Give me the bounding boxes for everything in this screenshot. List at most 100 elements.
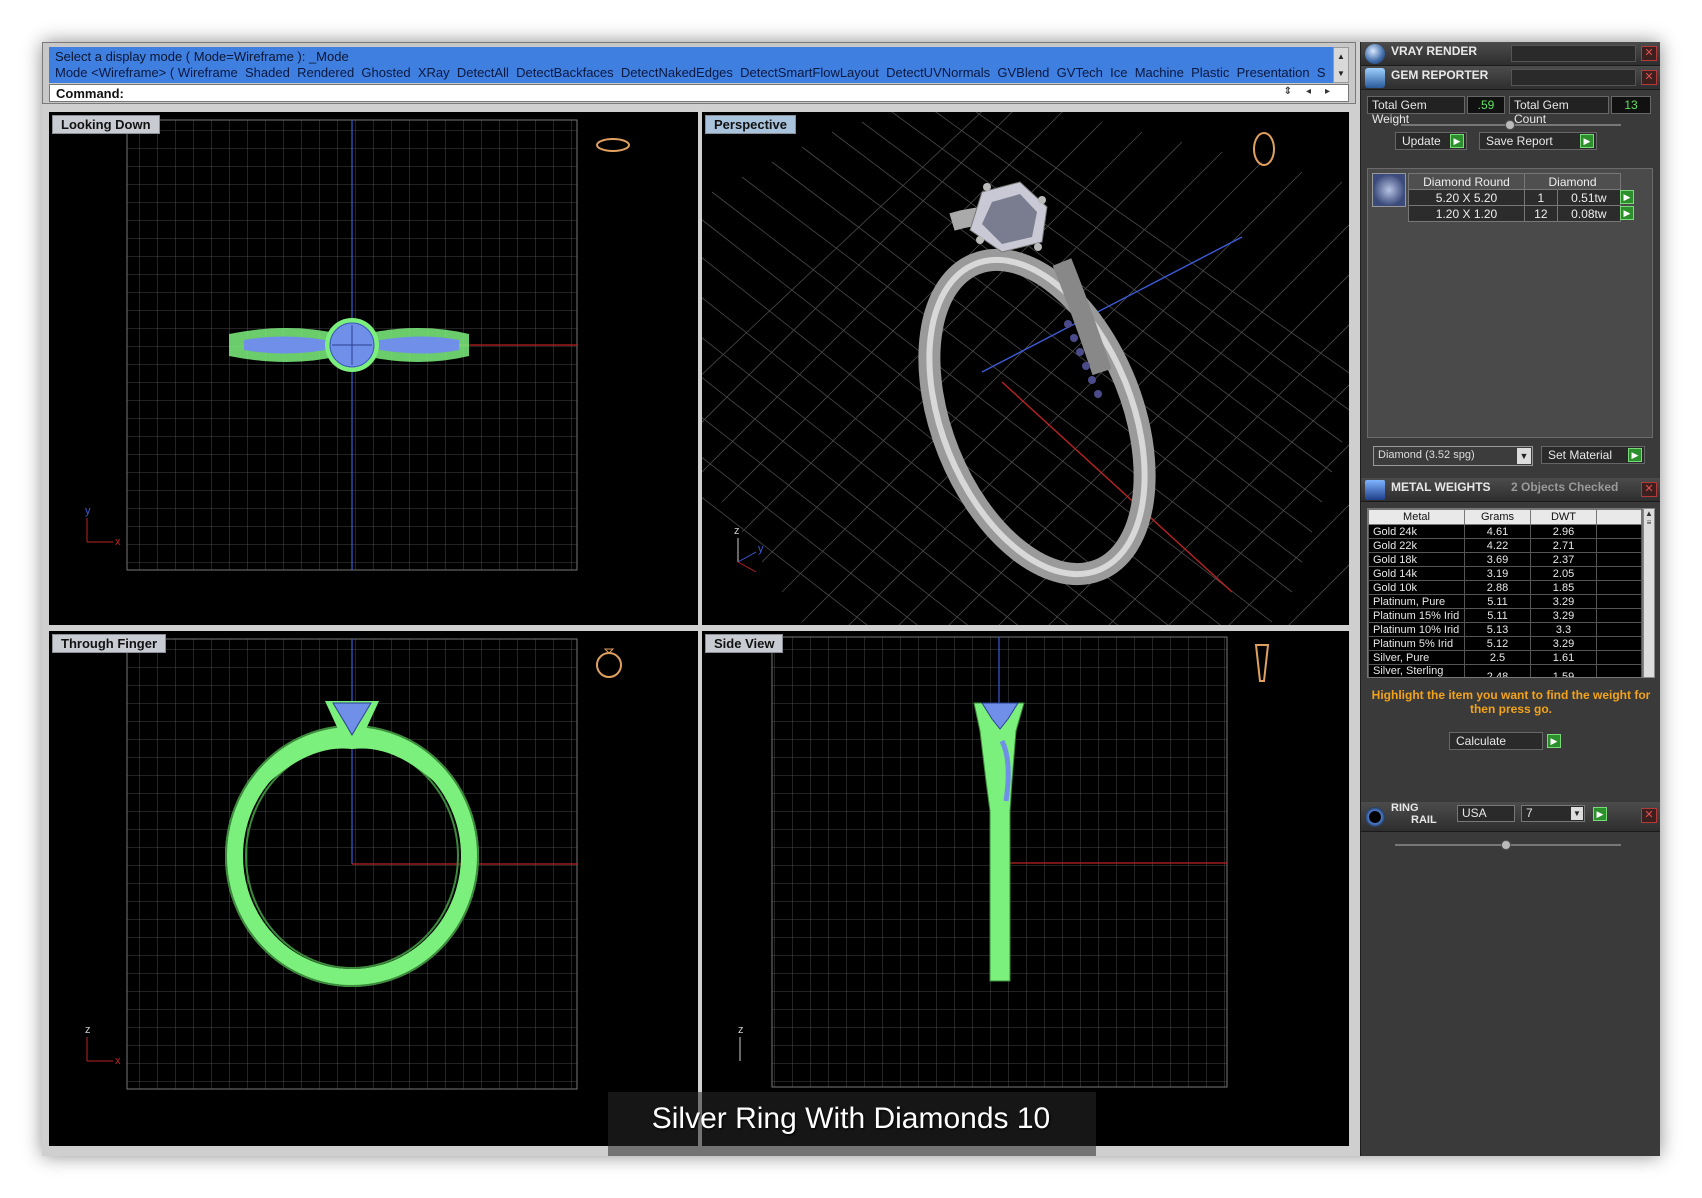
gem-totals-row: Total Gem Weight .59 Total Gem Count 13 <box>1367 96 1654 126</box>
gem-row-go-icon[interactable]: ▶ <box>1620 206 1634 220</box>
vray-render-header[interactable]: VRAY RENDER ✕ <box>1361 42 1660 66</box>
mode-option-rendered[interactable]: Rendered <box>297 65 354 80</box>
metal-grams: 2.48 <box>1464 664 1531 677</box>
viewport-through-finger[interactable]: Through Finger z x <box>49 631 698 1146</box>
viewport-title[interactable]: Side View <box>705 634 784 653</box>
dwt-column-header[interactable]: DWT <box>1530 509 1597 525</box>
mode-option-plastic[interactable]: Plastic <box>1191 65 1229 80</box>
ring-icon <box>1365 807 1385 827</box>
metal-weights-list[interactable]: Metal Grams DWT Gold 24k 4.61 2.96 Gold 22k… <box>1367 508 1643 678</box>
command-history[interactable]: Select a display mode ( Mode=Wireframe )… <box>49 47 1333 83</box>
viewport-looking-down[interactable]: Looking Down y x <box>49 112 698 625</box>
gem-reporter-icon <box>1365 68 1385 88</box>
mode-option-gvblend[interactable]: GVBlend <box>997 65 1049 80</box>
viewport-title[interactable]: Through Finger <box>52 634 167 653</box>
total-gem-count-value: 13 <box>1611 96 1651 114</box>
axis-y-label: y <box>85 505 91 517</box>
save-report-label: Save Report <box>1486 134 1553 148</box>
metal-dwt: 2.05 <box>1530 566 1597 581</box>
mode-option-detectnakededges[interactable]: DetectNakedEdges <box>621 65 733 80</box>
gem-table-header: Diamond Round Diamond <box>1408 173 1621 190</box>
mode-option-gvtech[interactable]: GVTech <box>1057 65 1103 80</box>
metal-dwt: 3.29 <box>1530 608 1597 623</box>
mode-option-detectbackfaces[interactable]: DetectBackfaces <box>516 65 614 80</box>
metal-row[interactable]: Gold 24k 4.61 2.96 <box>1368 524 1642 539</box>
mode-option-machine[interactable]: Machine <box>1135 65 1184 80</box>
metal-grams: 5.11 <box>1464 594 1531 609</box>
metal-name: Silver, Sterling (9... <box>1368 664 1465 677</box>
command-nav-arrows[interactable]: ⇕◂▸ <box>1284 86 1344 97</box>
axis-z-label: z <box>85 1024 91 1036</box>
metal-weights-title: METAL WEIGHTS <box>1391 480 1491 494</box>
mode-option-detectsmartflowlayout[interactable]: DetectSmartFlowLayout <box>740 65 879 80</box>
gem-row[interactable]: 5.20 X 5.20 1 0.51tw <box>1408 189 1622 206</box>
mode-option-detectuvnormals[interactable]: DetectUVNormals <box>886 65 990 80</box>
calculate-go-icon[interactable]: ▶ <box>1547 734 1561 748</box>
mode-option-wireframe[interactable]: Wireframe <box>178 65 238 80</box>
close-icon[interactable]: ✕ <box>1641 70 1657 85</box>
close-icon[interactable]: ✕ <box>1641 808 1657 823</box>
metal-row[interactable]: Platinum, Pure 5.11 3.29 <box>1368 594 1642 609</box>
update-button[interactable]: Update ▶ <box>1395 132 1467 150</box>
metal-weights-table: Metal Grams DWT Gold 24k 4.61 2.96 Gold 22k… <box>1368 509 1642 677</box>
mode-option-xray[interactable]: XRay <box>418 65 450 80</box>
metal-row[interactable]: Gold 10k 2.88 1.85 <box>1368 580 1642 595</box>
viewport-side-view[interactable]: Side View z <box>702 631 1349 1146</box>
gem-slider-handle[interactable] <box>1505 120 1515 130</box>
metal-name: Platinum 15% Irid <box>1368 608 1465 623</box>
ring-size-select[interactable]: 7 ▼ <box>1521 805 1585 822</box>
set-material-label: Set Material <box>1548 448 1613 462</box>
gem-reporter-body: Total Gem Weight .59 Total Gem Count 13 … <box>1361 90 1660 478</box>
ring-rail-title: RING RAIL <box>1391 802 1437 826</box>
total-gem-weight-label: Total Gem Weight <box>1367 96 1465 126</box>
metal-row[interactable]: Gold 22k 4.22 2.71 <box>1368 538 1642 553</box>
set-material-button[interactable]: Set Material ▶ <box>1541 446 1645 464</box>
metal-row[interactable]: Platinum 5% Irid 5.12 3.29 <box>1368 636 1642 651</box>
calculate-button[interactable]: Calculate <box>1449 732 1543 750</box>
gem-row[interactable]: 1.20 X 1.20 12 0.08tw <box>1408 205 1622 222</box>
mode-option-ice[interactable]: Ice <box>1110 65 1127 80</box>
metal-empty-cell <box>1596 622 1642 637</box>
mode-option-shaded[interactable]: Shaded <box>245 65 290 80</box>
save-report-button[interactable]: Save Report ▶ <box>1479 132 1597 150</box>
metal-row[interactable]: Silver, Sterling (9...2.481.59 <box>1368 664 1642 677</box>
metal-dwt: 1.61 <box>1530 650 1597 665</box>
material-select[interactable]: Diamond (3.52 spg) ▼ <box>1373 446 1533 466</box>
close-icon[interactable]: ✕ <box>1641 482 1657 497</box>
metal-dwt: 3.29 <box>1530 636 1597 651</box>
metal-row[interactable]: Silver, Pure 2.5 1.61 <box>1368 650 1642 665</box>
viewport-title[interactable]: Perspective <box>705 115 796 134</box>
metal-row[interactable]: Platinum 15% Irid 5.11 3.29 <box>1368 608 1642 623</box>
ring-rail-go-icon[interactable]: ▶ <box>1593 807 1607 821</box>
metal-weights-header[interactable]: METAL WEIGHTS 2 Objects Checked ✕ <box>1361 478 1660 502</box>
gem-reporter-header[interactable]: GEM REPORTER ✕ <box>1361 66 1660 90</box>
viewport-perspective[interactable]: Perspective z y <box>702 112 1349 625</box>
mode-option-s[interactable]: S <box>1317 65 1326 80</box>
total-gem-weight-value: .59 <box>1467 96 1505 114</box>
command-prompt[interactable]: Command: ⇕◂▸ <box>49 84 1349 102</box>
ring-rail-body <box>1361 832 1660 862</box>
header-strip <box>1511 45 1636 62</box>
mode-option-presentation[interactable]: Presentation <box>1237 65 1310 80</box>
metal-dwt: 3.3 <box>1530 622 1597 637</box>
metal-row[interactable]: Gold 14k 3.19 2.05 <box>1368 566 1642 581</box>
close-icon[interactable]: ✕ <box>1641 46 1657 61</box>
viewport-title[interactable]: Looking Down <box>52 115 160 134</box>
ring-rail-slider-handle[interactable] <box>1501 840 1511 850</box>
metal-grams: 5.11 <box>1464 608 1531 623</box>
grams-column-header[interactable]: Grams <box>1464 509 1531 525</box>
gem-shape-header: Diamond Round <box>1408 173 1525 190</box>
mode-option-detectall[interactable]: DetectAll <box>457 65 509 80</box>
gem-row-go-icon[interactable]: ▶ <box>1620 190 1634 204</box>
gem-list[interactable]: Diamond Round Diamond 5.20 X 5.20 1 0.51… <box>1367 168 1653 438</box>
ring-rail-header[interactable]: RING RAIL USA 7 ▼ ▶ ✕ <box>1361 802 1660 832</box>
metal-row[interactable]: Gold 18k 3.69 2.37 <box>1368 552 1642 567</box>
metal-name: Silver, Pure <box>1368 650 1465 665</box>
metal-list-scrollbar[interactable]: ▲ ≡ <box>1643 508 1655 678</box>
ring-size-country-select[interactable]: USA <box>1457 805 1515 822</box>
mode-option-ghosted[interactable]: Ghosted <box>361 65 410 80</box>
metal-row[interactable]: Platinum 10% Irid 5.13 3.3 <box>1368 622 1642 637</box>
metal-column-header[interactable]: Metal <box>1368 509 1465 525</box>
metal-name: Platinum 5% Irid <box>1368 636 1465 651</box>
command-history-scrollbar[interactable]: ▲ ▼ <box>1333 47 1349 83</box>
